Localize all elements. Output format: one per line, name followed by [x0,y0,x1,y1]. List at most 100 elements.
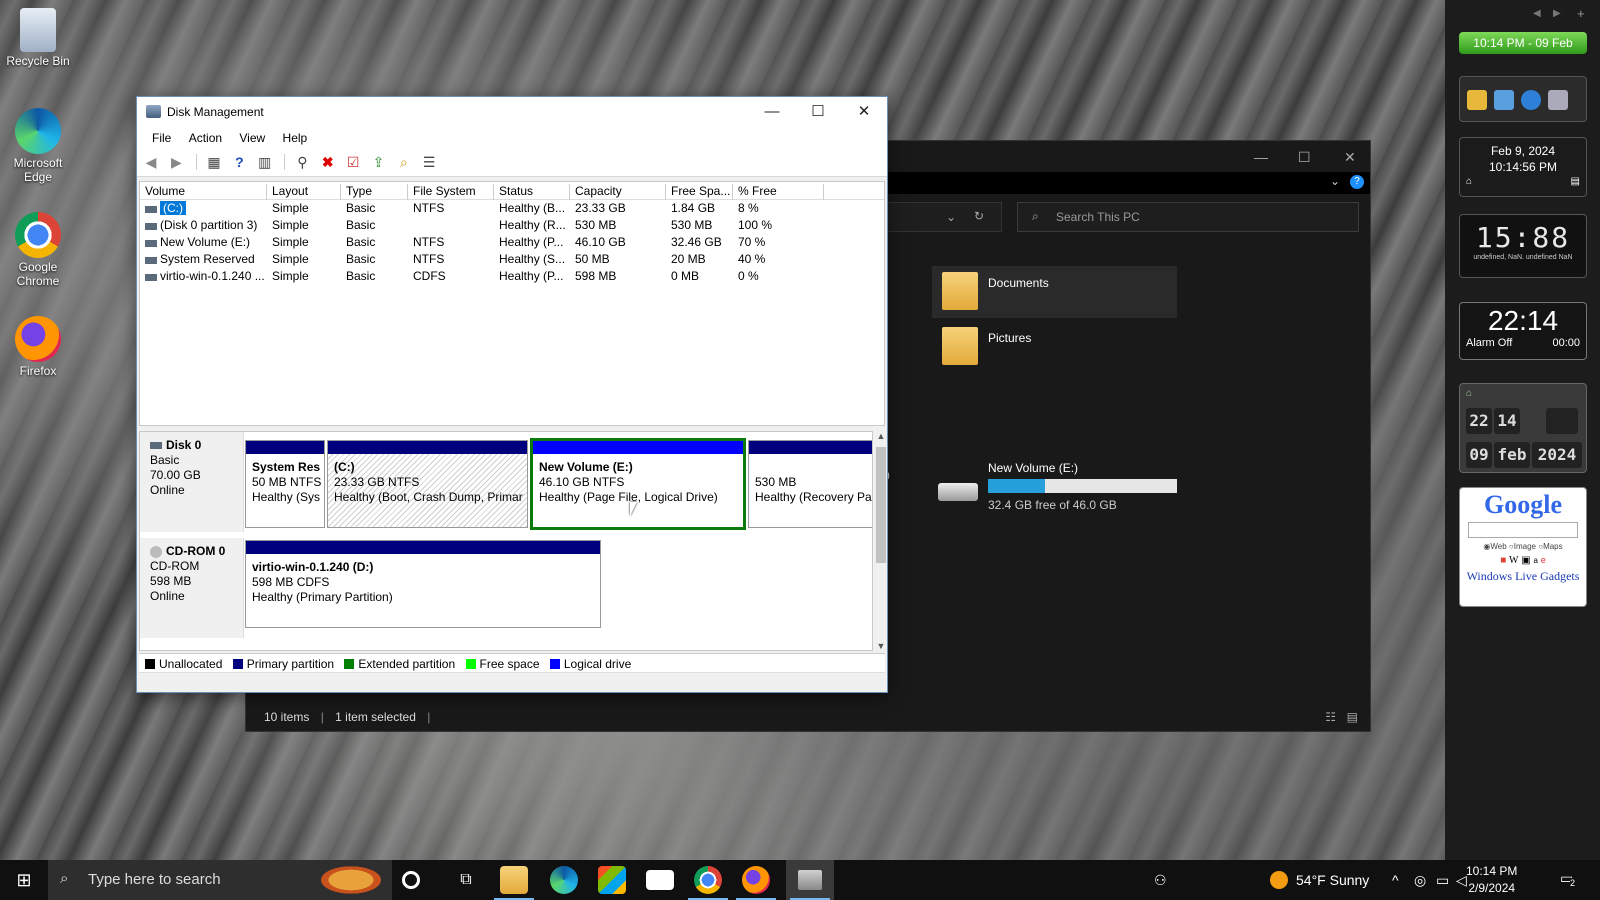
menu-help[interactable]: Help [276,127,315,145]
column-header-capacity[interactable]: Capacity [570,184,666,200]
file-explorer-taskbar-icon[interactable] [500,866,528,894]
desktop-icon-firefox[interactable]: Firefox [4,316,72,378]
column-header-percent-free[interactable]: % Free [733,184,824,200]
partition-c[interactable]: (C:) 23.33 GB NTFS Healthy (Boot, Crash … [327,440,528,528]
disk-0-label[interactable]: Disk 0 Basic 70.00 GB Online [140,432,244,532]
graphical-view-scrollbar[interactable]: ▲ ▼ [875,431,887,651]
edge-taskbar-icon[interactable] [550,866,578,894]
close-button[interactable]: ✕ [841,97,887,127]
minimize-button[interactable]: — [749,97,795,127]
address-bar[interactable]: ⌄ ↻ [885,202,1002,232]
option-web[interactable]: ◉Web [1483,542,1506,551]
explorer-search-input[interactable]: ⌕ Search This PC [1017,202,1359,232]
option-maps[interactable]: ○Maps [1538,542,1562,551]
explorer-maximize-button[interactable]: ☐ [1298,149,1311,166]
ebay-icon[interactable]: e [1541,555,1546,565]
add-gadget-icon[interactable]: + [1577,6,1585,21]
pizza-highlight-icon[interactable] [316,864,386,896]
maximize-button[interactable]: ☐ [795,97,841,127]
table-row[interactable]: virtio-win-0.1.240 ... Simple Basic CDFS Hea… [140,268,884,285]
partition-recovery[interactable]: 530 MB Healthy (Recovery Pa [748,440,872,528]
chevron-down-icon[interactable]: ⌄ [946,210,956,224]
home-icon[interactable]: ⌂ [1466,174,1472,190]
tiles-view-icon[interactable]: ▤ [1347,710,1358,724]
mail-taskbar-icon[interactable] [646,870,674,890]
folder-documents[interactable]: Documents [932,266,1177,318]
menu-view[interactable]: View [232,127,272,145]
folder-launch-icon[interactable] [1467,90,1487,110]
export-icon[interactable]: ⇪ [370,154,386,170]
taskbar-search-box[interactable]: ⌕ Type here to search [48,860,392,900]
help-icon[interactable]: ? [1350,175,1364,189]
check-properties-icon[interactable]: ☑ [345,154,361,170]
scrollbar-thumb[interactable] [876,447,886,563]
amazon-icon[interactable]: a [1534,556,1538,565]
calendar-icon[interactable]: ▤ [1571,174,1580,190]
column-header-file-system[interactable]: File System [408,184,494,200]
show-hide-tree-icon[interactable]: ▦ [206,154,222,170]
help-book-icon[interactable]: ? [231,154,247,170]
forward-arrow-icon[interactable]: ▶ [168,154,184,170]
view-list-icon[interactable]: ☰ [421,154,437,170]
option-image[interactable]: ○Image [1509,542,1536,551]
windows-live-gadgets-link[interactable]: Windows Live Gadgets [1460,569,1586,584]
scroll-up-icon[interactable]: ▲ [875,431,887,441]
explorer-minimize-button[interactable]: — [1254,149,1268,165]
partition-system-reserved[interactable]: System Res 50 MB NTFS Healthy (Sys [245,440,325,528]
back-arrow-icon[interactable]: ◀ [143,154,159,170]
people-icon[interactable]: ⚇ [1154,872,1167,889]
menu-action[interactable]: Action [182,127,229,145]
column-header-volume[interactable]: Volume [140,184,267,200]
shortcut-google-icon[interactable]: ■ [1500,555,1506,566]
desktop-icon-chrome[interactable]: Google Chrome [4,212,72,288]
alarm-status[interactable]: Alarm Off [1466,337,1512,349]
column-header-type[interactable]: Type [341,184,408,200]
column-header-layout[interactable]: Layout [267,184,341,200]
desktop-icon-recycle-bin[interactable]: Recycle Bin [4,8,72,68]
ie-launch-icon[interactable] [1521,90,1541,110]
chrome-taskbar-icon[interactable] [694,866,722,894]
delete-icon[interactable]: ✖ [320,154,336,170]
refresh-icon[interactable]: ↻ [974,209,984,223]
google-search-input[interactable] [1468,522,1578,538]
partition-cdrom-d[interactable]: virtio-win-0.1.240 (D:) 598 MB CDFS Heal… [245,540,601,628]
column-header-free-space[interactable]: Free Spa... [666,184,733,200]
properties-pane-icon[interactable]: ▥ [257,154,273,170]
table-row[interactable]: (C:) Simple Basic NTFS Healthy (B... 23.33 GB… [140,200,884,217]
sidebar-next-icon[interactable]: ▶ [1553,8,1561,19]
partition-new-volume-e[interactable]: New Volume (E:) 46.10 GB NTFS Healthy (P… [530,438,746,530]
wikipedia-icon[interactable]: W [1509,555,1518,566]
meet-now-icon[interactable]: ◎ [1414,872,1426,889]
sidebar-prev-icon[interactable]: ◀ [1533,8,1541,19]
menu-file[interactable]: File [145,127,178,145]
desktop-icon-edge[interactable]: Microsoft Edge [4,108,72,184]
computer-launch-icon[interactable] [1494,90,1514,110]
drive-new-volume-e[interactable]: New Volume (E:) 32.4 GB free of 46.0 GB [934,461,1194,519]
column-header-status[interactable]: Status [494,184,570,200]
chevron-up-icon[interactable]: ^ [1392,872,1399,888]
recycle-launch-icon[interactable] [1548,90,1568,110]
firefox-taskbar-icon[interactable] [742,866,770,894]
notification-center-button[interactable]: ▭ 2 [1560,870,1576,888]
cdrom-0-label[interactable]: CD-ROM 0 CD-ROM 598 MB Online [140,538,244,638]
home-icon[interactable]: ⌂ [1466,388,1472,399]
search-folder-icon[interactable]: ⌕ [396,154,412,170]
title-bar[interactable]: Disk Management — ☐ ✕ [137,97,887,127]
scroll-down-icon[interactable]: ▼ [875,641,887,651]
weather-text[interactable]: 54°F Sunny [1296,872,1369,888]
store-taskbar-icon[interactable] [598,866,626,894]
chevron-down-icon[interactable]: ⌄ [1330,174,1340,188]
taskbar-clock[interactable]: 10:14 PM 2/9/2024 [1466,863,1517,897]
task-view-icon[interactable]: ⧉ [452,866,480,894]
youtube-icon[interactable]: ▣ [1521,555,1530,566]
start-button[interactable]: ⊞ [0,860,48,900]
explorer-close-button[interactable]: ✕ [1344,149,1356,166]
connect-icon[interactable]: ⚲ [294,154,310,170]
disk-management-taskbar-button[interactable] [786,860,834,900]
network-icon[interactable]: ▭ [1436,872,1449,889]
details-view-icon[interactable]: ☷ [1325,710,1336,724]
table-row[interactable]: New Volume (E:) Simple Basic NTFS Healthy (P… [140,234,884,251]
table-row[interactable]: System Reserved Simple Basic NTFS Healthy (S… [140,251,884,268]
table-row[interactable]: (Disk 0 partition 3) Simple Basic Healthy (… [140,217,884,234]
cortana-icon[interactable] [402,871,420,889]
